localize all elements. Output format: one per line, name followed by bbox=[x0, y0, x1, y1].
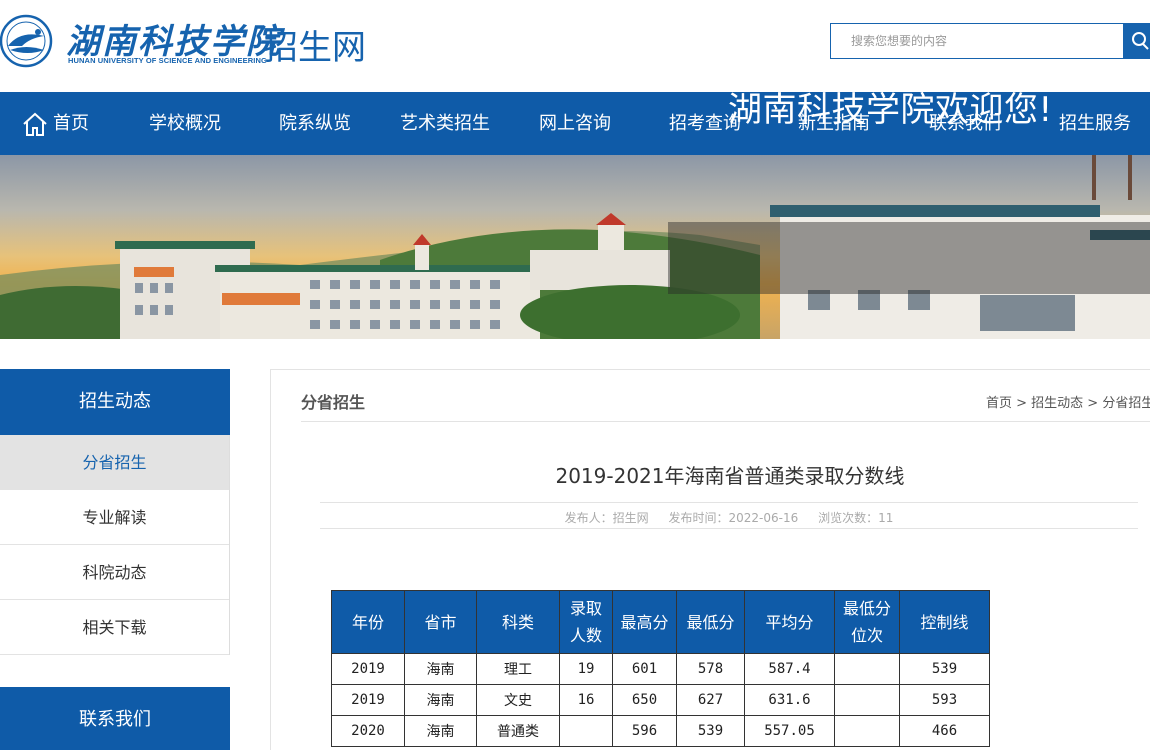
welcome-overlay bbox=[668, 222, 1150, 294]
table-cell: 601 bbox=[612, 653, 677, 685]
table-cell: 海南 bbox=[404, 684, 477, 716]
table-cell: 650 bbox=[612, 684, 677, 716]
header-line: 录取 bbox=[569, 599, 602, 618]
nav-item-online-consult[interactable]: 网上咨询 bbox=[539, 92, 611, 155]
logo-english-name: HUNAN UNIVERSITY OF SCIENCE AND ENGINEER… bbox=[68, 56, 267, 65]
nav-item-art-admission[interactable]: 艺术类招生 bbox=[400, 92, 490, 155]
table-cell bbox=[834, 715, 900, 747]
welcome-text: 湖南科技学院欢迎您! bbox=[728, 90, 1053, 130]
sidebar-heading: 招生动态 bbox=[0, 369, 230, 435]
col-header-category: 科类 bbox=[476, 590, 560, 654]
site-header: 湖南科技学院 HUNAN UNIVERSITY OF SCIENCE AND E… bbox=[0, 0, 1150, 92]
table-cell bbox=[834, 684, 900, 716]
admission-score-table: 年份 省市 科类 录取 人数 最高分 最低分 平均分 最低分 位次 控制线 20… bbox=[331, 590, 990, 747]
article-title: 2019-2021年海南省普通类录取分数线 bbox=[555, 464, 905, 488]
table-cell: 19 bbox=[559, 653, 613, 685]
table-cell: 557.05 bbox=[744, 715, 835, 747]
nav-item-home[interactable]: 首页 bbox=[53, 92, 89, 155]
table-cell: 539 bbox=[899, 653, 990, 685]
table-cell: 理工 bbox=[476, 653, 560, 685]
header-line: 最低分 bbox=[842, 599, 891, 618]
sidebar-item-provincial-admission[interactable]: 分省招生 bbox=[0, 435, 229, 490]
table-cell: 2019 bbox=[331, 684, 405, 716]
col-header-min-rank: 最低分 位次 bbox=[834, 590, 900, 654]
col-header-control-line: 控制线 bbox=[899, 590, 990, 654]
table-cell: 普通类 bbox=[476, 715, 560, 747]
table-cell bbox=[834, 653, 900, 685]
divider bbox=[320, 528, 1138, 529]
search-box bbox=[830, 23, 1124, 59]
university-emblem-icon[interactable] bbox=[0, 10, 54, 72]
table-cell: 593 bbox=[899, 684, 990, 716]
table-cell: 466 bbox=[899, 715, 990, 747]
table-row: 2019 海南 文史 16 650 627 631.6 593 bbox=[331, 684, 990, 716]
search-button[interactable] bbox=[1124, 23, 1150, 59]
header-line: 位次 bbox=[850, 626, 883, 645]
nav-item-about[interactable]: 学校概况 bbox=[149, 92, 221, 155]
table-cell: 2020 bbox=[331, 715, 405, 747]
sidebar-item-downloads[interactable]: 相关下载 bbox=[0, 600, 229, 655]
search-icon bbox=[1132, 32, 1149, 50]
section-title: 分省招生 bbox=[301, 393, 366, 412]
table-cell: 文史 bbox=[476, 684, 560, 716]
breadcrumb[interactable]: 首页 > 招生动态 > 分省招生 bbox=[986, 392, 1150, 411]
col-header-admitted: 录取 人数 bbox=[559, 590, 613, 654]
table-cell: 627 bbox=[676, 684, 745, 716]
divider bbox=[301, 421, 1150, 422]
table-cell: 2019 bbox=[331, 653, 405, 685]
nav-item-services[interactable]: 招生服务 bbox=[1059, 92, 1131, 155]
col-header-max: 最高分 bbox=[612, 590, 677, 654]
table-cell bbox=[559, 715, 613, 747]
sidebar-contact-heading: 联系我们 bbox=[0, 687, 230, 750]
table-cell: 596 bbox=[612, 715, 677, 747]
meta-author: 发布人：招生网 bbox=[564, 511, 649, 525]
campus-banner bbox=[0, 155, 1150, 339]
nav-item-departments[interactable]: 院系纵览 bbox=[279, 92, 351, 155]
table-cell: 海南 bbox=[404, 653, 477, 685]
sidebar-menu: 分省招生 专业解读 科院动态 相关下载 bbox=[0, 435, 230, 655]
header-line: 人数 bbox=[569, 626, 602, 645]
table-cell: 631.6 bbox=[744, 684, 835, 716]
home-icon bbox=[23, 112, 47, 136]
site-name[interactable]: 招生网 bbox=[264, 20, 366, 69]
meta-views: 浏览次数：11 bbox=[818, 511, 894, 525]
col-header-min: 最低分 bbox=[676, 590, 745, 654]
article-meta: 发布人：招生网 发布时间：2022-06-16 浏览次数：11 bbox=[320, 509, 1138, 526]
table-cell: 578 bbox=[676, 653, 745, 685]
search-input[interactable] bbox=[831, 24, 1123, 58]
divider bbox=[320, 502, 1138, 503]
sidebar-item-college-news[interactable]: 科院动态 bbox=[0, 545, 229, 600]
meta-date: 发布时间：2022-06-16 bbox=[668, 511, 799, 525]
table-header-row: 年份 省市 科类 录取 人数 最高分 最低分 平均分 最低分 位次 控制线 bbox=[331, 590, 990, 654]
sidebar-item-major-interpretation[interactable]: 专业解读 bbox=[0, 490, 229, 545]
table-cell: 海南 bbox=[404, 715, 477, 747]
table-row: 2019 海南 理工 19 601 578 587.4 539 bbox=[331, 653, 990, 685]
table-cell: 587.4 bbox=[744, 653, 835, 685]
col-header-province: 省市 bbox=[404, 590, 477, 654]
col-header-avg: 平均分 bbox=[744, 590, 835, 654]
table-row: 2020 海南 普通类 596 539 557.05 466 bbox=[331, 715, 990, 747]
col-header-year: 年份 bbox=[331, 590, 405, 654]
table-cell: 539 bbox=[676, 715, 745, 747]
table-cell: 16 bbox=[559, 684, 613, 716]
